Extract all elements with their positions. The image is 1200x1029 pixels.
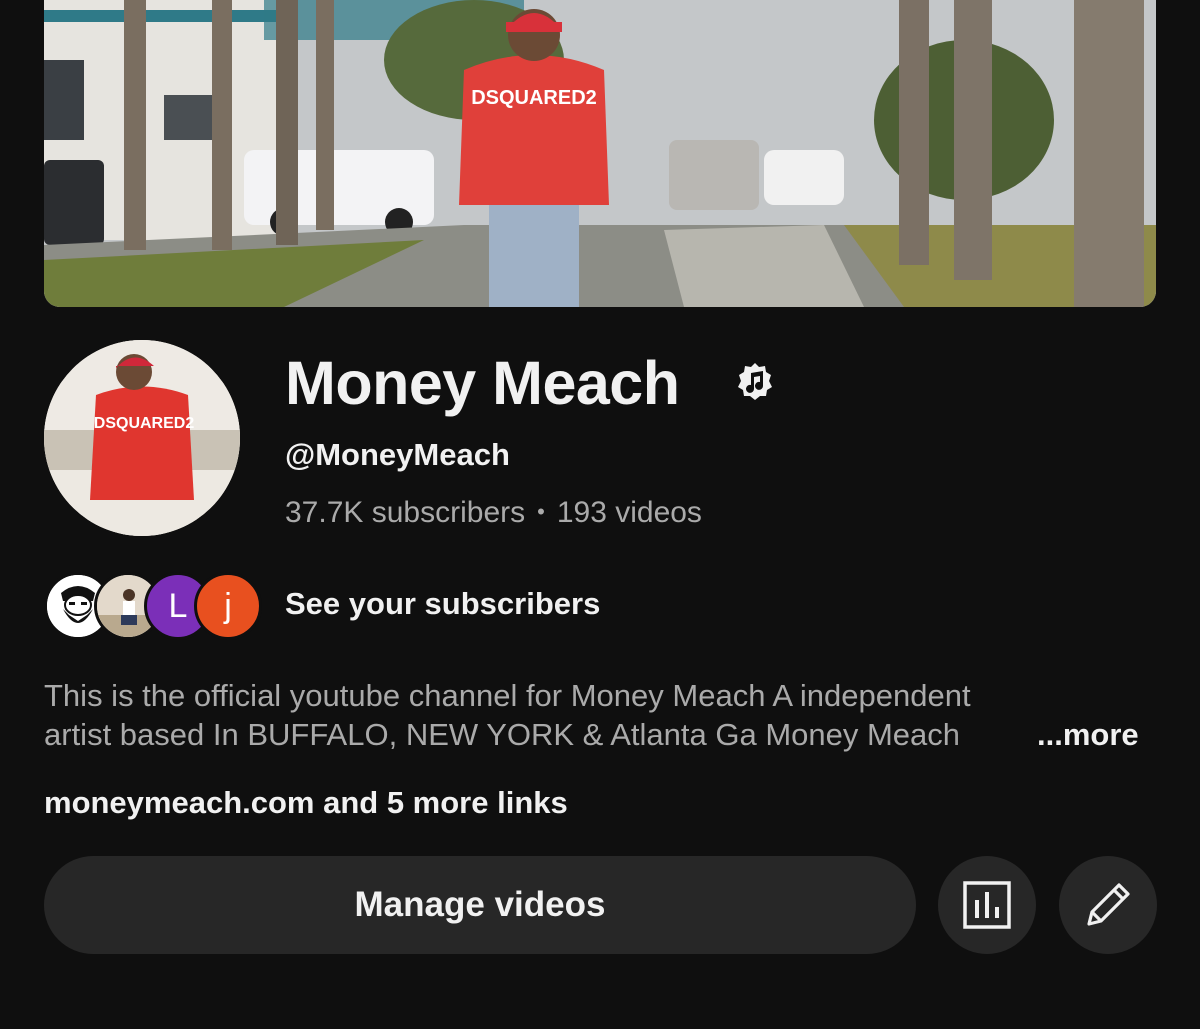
edit-channel-button[interactable] <box>1059 856 1157 954</box>
see-subscribers-link[interactable]: See your subscribers <box>285 585 600 623</box>
music-note-badge-icon <box>738 363 772 400</box>
stats-separator: • <box>537 499 545 524</box>
description-line-2: artist based In BUFFALO, NEW YORK & Atla… <box>44 717 961 752</box>
subscriber-avatars[interactable]: L j <box>44 572 264 640</box>
svg-text:DSQUARED2: DSQUARED2 <box>94 415 195 432</box>
channel-stats: 37.7K subscribers • 193 videos <box>285 493 702 532</box>
video-count: 193 videos <box>556 496 702 529</box>
channel-banner: DSQUARED2 <box>44 0 1156 307</box>
analytics-button[interactable] <box>938 856 1036 954</box>
subscriber-count: 37.7K subscribers <box>285 496 526 529</box>
analytics-icon <box>963 881 1011 929</box>
svg-text:DSQUARED2: DSQUARED2 <box>471 87 597 109</box>
channel-description[interactable]: This is the official youtube channel for… <box>44 676 1156 756</box>
pencil-icon <box>1087 883 1130 926</box>
manage-videos-label: Manage videos <box>354 885 606 924</box>
channel-links[interactable]: moneymeach.com and 5 more links <box>44 784 568 822</box>
channel-handle: @MoneyMeach <box>285 437 510 472</box>
description-more-link[interactable]: ...more <box>1037 715 1139 754</box>
description-line-1: This is the official youtube channel for… <box>44 678 971 713</box>
channel-avatar[interactable]: DSQUARED2 <box>44 340 240 536</box>
channel-name: Money Meach <box>285 349 680 417</box>
subscriber-avatar-4: j <box>194 572 262 640</box>
manage-videos-button[interactable]: Manage videos <box>44 856 916 954</box>
